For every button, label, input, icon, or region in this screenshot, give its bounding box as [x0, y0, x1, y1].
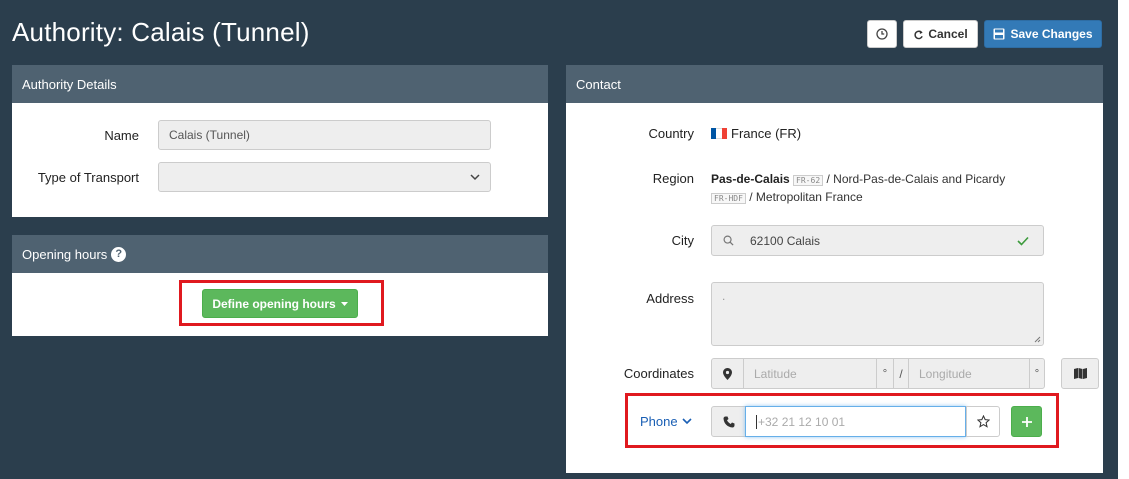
chevron-down-icon	[470, 174, 480, 181]
phone-label: Phone	[640, 414, 678, 429]
phone-addon	[711, 406, 746, 437]
phone-icon	[723, 416, 734, 427]
map-icon	[1073, 368, 1087, 379]
latitude-placeholder: Latitude	[754, 366, 797, 381]
resize-handle-icon	[1034, 336, 1041, 343]
cancel-button[interactable]: Cancel	[903, 20, 978, 48]
region-parent: / Nord-Pas-de-Calais and Picardy	[826, 172, 1006, 186]
opening-hours-panel: Opening hours ? Define opening hours	[12, 235, 548, 336]
address-textarea[interactable]: .	[711, 282, 1044, 346]
name-field[interactable]: Calais (Tunnel)	[158, 120, 491, 150]
favorite-button[interactable]	[966, 406, 1000, 437]
transport-label: Type of Transport	[37, 170, 139, 185]
floppy-disk-icon	[993, 28, 1005, 40]
authority-details-heading: Authority Details	[12, 65, 548, 103]
help-icon[interactable]: ?	[111, 246, 127, 262]
location-addon	[711, 358, 744, 389]
city-field[interactable]: 62100 Calais	[711, 225, 1044, 256]
coordinates-separator: /	[893, 358, 909, 389]
opening-hours-title: Opening hours	[22, 246, 108, 262]
contact-panel: Contact Country France (FR) Region Pas-d…	[566, 65, 1103, 473]
save-button-label: Save Changes	[1010, 27, 1093, 41]
country-label: Country	[648, 126, 694, 141]
region-label: Region	[652, 171, 694, 186]
latitude-input[interactable]: Latitude	[743, 358, 877, 389]
region-value: Pas-de-Calais FR-62 / Nord-Pas-de-Calais…	[711, 171, 1041, 207]
latitude-degree-addon: °	[876, 358, 894, 389]
page-title: Authority: Calais (Tunnel)	[12, 17, 310, 47]
region-code: FR-62	[793, 175, 824, 186]
define-opening-hours-button[interactable]: Define opening hours	[202, 289, 358, 318]
text-cursor	[756, 414, 757, 429]
contact-heading: Contact	[566, 65, 1103, 103]
region-parent-code: FR-HDF	[711, 193, 746, 204]
phone-input[interactable]: +32 21 12 10 01	[745, 406, 966, 437]
coordinates-label: Coordinates	[623, 366, 694, 381]
save-changes-button[interactable]: Save Changes	[984, 20, 1102, 48]
city-label: City	[671, 233, 694, 248]
clock-icon	[876, 28, 888, 40]
opening-hours-heading: Opening hours ?	[12, 235, 548, 273]
longitude-placeholder: Longitude	[919, 366, 972, 381]
app-window: Authority: Calais (Tunnel) Cancel Save C…	[0, 0, 1118, 479]
longitude-degree-addon: °	[1029, 358, 1045, 389]
region-name: Pas-de-Calais	[711, 172, 790, 186]
phone-placeholder: +32 21 12 10 01	[758, 414, 846, 429]
transport-select[interactable]	[158, 162, 491, 192]
address-label: Address	[646, 291, 694, 306]
undo-icon	[914, 29, 924, 39]
plus-icon	[1021, 416, 1032, 427]
authority-details-panel: Authority Details Name Calais (Tunnel) T…	[12, 65, 548, 217]
city-value: 62100 Calais	[750, 233, 821, 248]
name-label: Name	[104, 128, 139, 143]
longitude-input[interactable]: Longitude	[908, 358, 1030, 389]
history-button[interactable]	[867, 20, 897, 48]
cancel-button-label: Cancel	[928, 27, 968, 41]
name-value: Calais (Tunnel)	[169, 128, 250, 142]
caret-down-icon	[340, 301, 348, 306]
map-button[interactable]	[1061, 358, 1099, 389]
france-flag-icon	[711, 128, 727, 139]
add-phone-button[interactable]	[1011, 406, 1042, 437]
country-value: France (FR)	[731, 126, 802, 141]
search-icon	[723, 235, 734, 246]
chevron-down-icon	[682, 418, 692, 425]
phone-type-dropdown[interactable]: Phone	[640, 414, 692, 429]
address-value: .	[722, 289, 726, 303]
define-button-label: Define opening hours	[212, 296, 336, 311]
star-icon	[976, 415, 990, 428]
map-marker-icon	[723, 367, 732, 380]
checkmark-icon	[1017, 236, 1029, 246]
country-value-row: France (FR)	[711, 126, 801, 141]
region-root: / Metropolitan France	[749, 190, 863, 204]
